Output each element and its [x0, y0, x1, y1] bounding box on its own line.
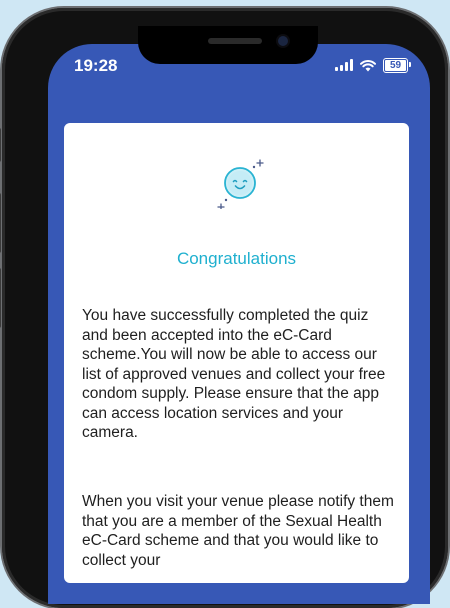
notch — [138, 26, 318, 64]
status-icons: 59 — [335, 56, 411, 74]
venue-instructions: When you visit your venue please notify … — [82, 493, 394, 569]
battery-level: 59 — [389, 59, 402, 71]
volume-up-button — [0, 193, 1, 253]
congratulations-card: Congratulations You have successfully co… — [64, 123, 409, 583]
wifi-icon — [360, 59, 376, 71]
speaker-grille — [208, 38, 262, 44]
status-time: 19:28 — [74, 56, 118, 75]
mute-switch — [0, 128, 1, 162]
volume-down-button — [0, 268, 1, 328]
battery-icon: 59 — [383, 57, 411, 73]
success-message: You have successfully completed the quiz… — [82, 307, 386, 441]
signal-icon — [335, 59, 353, 71]
smiley-face-icon — [212, 153, 268, 211]
front-camera — [278, 36, 288, 46]
card-title: Congratulations — [176, 249, 297, 268]
